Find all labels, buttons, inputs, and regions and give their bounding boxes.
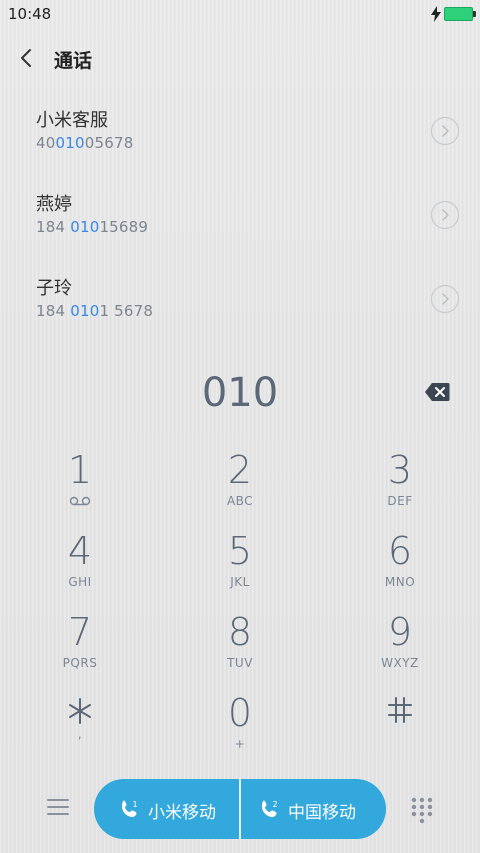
call-sim1-button[interactable]: 1 小米移动 <box>94 779 240 839</box>
phone-sim2-icon: 2 <box>262 800 278 817</box>
backspace-icon[interactable] <box>424 382 450 402</box>
key-0[interactable]: 0 + <box>160 689 320 769</box>
key-hash[interactable] <box>320 689 480 769</box>
key-4[interactable]: 4 GHI <box>0 527 160 607</box>
call-button-group: 1 小米移动 2 中国移动 <box>94 779 386 839</box>
status-time: 10:48 <box>8 5 52 23</box>
header: 通话 <box>0 40 480 80</box>
key-7[interactable]: 7 PQRS <box>0 608 160 688</box>
dialpad-toggle-icon[interactable] <box>410 796 434 824</box>
contact-number: 184 0101 5678 <box>36 302 154 320</box>
key-8[interactable]: 8 TUV <box>160 608 320 688</box>
contact-number: 4001005678 <box>36 134 134 152</box>
contact-item[interactable]: 小米客服 4001005678 <box>0 100 480 184</box>
dial-input-display[interactable]: 010 <box>0 370 480 416</box>
matched-digits: 010 <box>55 134 85 152</box>
key-1[interactable]: 1 <box>0 446 160 526</box>
menu-icon[interactable] <box>47 796 69 818</box>
matched-digits: 010 <box>70 218 100 236</box>
hash-icon <box>388 697 412 723</box>
back-arrow-icon[interactable] <box>18 48 36 68</box>
battery-icon <box>444 7 476 21</box>
contact-detail-icon[interactable] <box>430 116 460 146</box>
contact-detail-icon[interactable] <box>430 200 460 230</box>
contact-item[interactable]: 子玲 184 0101 5678 <box>0 268 480 352</box>
contact-suggestion-list: 小米客服 4001005678 燕婷 184 01015689 子玲 184 0… <box>0 100 480 352</box>
contact-name: 小米客服 <box>36 110 108 131</box>
status-bar: 10:48 <box>0 0 480 28</box>
contact-name: 燕婷 <box>36 194 72 215</box>
matched-digits: 010 <box>70 302 100 320</box>
key-3[interactable]: 3 DEF <box>320 446 480 526</box>
key-6[interactable]: 6 MNO <box>320 527 480 607</box>
key-9[interactable]: 9 WXYZ <box>320 608 480 688</box>
phone-sim1-icon: 1 <box>122 800 138 817</box>
key-2[interactable]: 2 ABC <box>160 446 320 526</box>
voicemail-icon <box>69 496 91 506</box>
call-sim2-label: 中国移动 <box>288 803 356 823</box>
key-5[interactable]: 5 JKL <box>160 527 320 607</box>
contact-detail-icon[interactable] <box>430 284 460 314</box>
svg-text:2: 2 <box>273 800 278 809</box>
asterisk-icon <box>69 698 91 724</box>
svg-text:1: 1 <box>133 800 138 809</box>
contact-item[interactable]: 燕婷 184 01015689 <box>0 184 480 268</box>
contact-name: 子玲 <box>36 278 72 299</box>
contact-number: 184 01015689 <box>36 218 149 236</box>
charging-bolt-icon <box>431 6 441 22</box>
call-sim1-label: 小米移动 <box>148 803 216 823</box>
key-star[interactable]: , <box>0 689 160 769</box>
page-title: 通话 <box>54 50 93 72</box>
call-sim2-button[interactable]: 2 中国移动 <box>240 779 386 839</box>
